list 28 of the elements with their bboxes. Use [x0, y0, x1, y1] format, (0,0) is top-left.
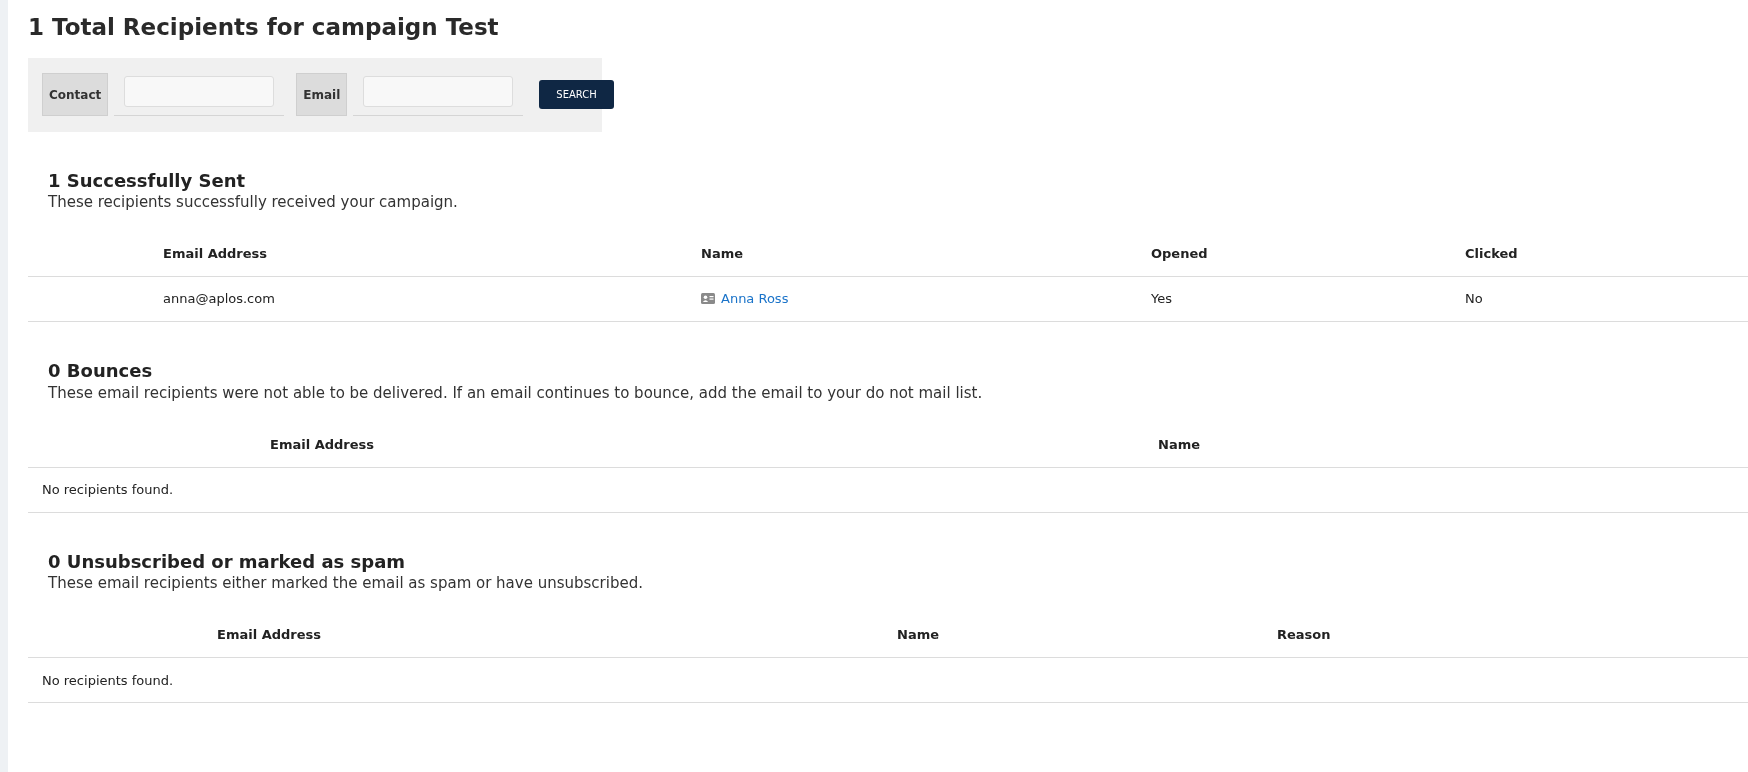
search-button[interactable]: SEARCH [539, 80, 614, 110]
table-cell: No [1465, 291, 1483, 307]
page-title: 1 Total Recipients for campaign Test [28, 14, 500, 42]
section-description: These email recipients either marked the email as spam or have unsubscribed. [48, 573, 644, 595]
section-description: These recipients successfully received your campaign. [48, 192, 459, 214]
column-header: Name [897, 627, 939, 643]
search-field[interactable] [124, 76, 275, 108]
column-header: Opened [1151, 246, 1208, 262]
column-header: Email Address [217, 627, 321, 643]
column-header: Reason [1277, 627, 1331, 643]
section-heading: 0 Bounces [48, 360, 154, 382]
column-header: Name [1158, 436, 1200, 452]
table-cell: Yes [1151, 291, 1172, 307]
column-header: Email Address [163, 246, 267, 262]
section-heading: 1 Successfully Sent [48, 169, 247, 192]
section-heading: 0 Unsubscribed or marked as spam [48, 550, 407, 573]
column-header: Clicked [1465, 246, 1518, 262]
contact-card-icon [701, 293, 715, 305]
column-header: Name [701, 246, 743, 262]
contact-link[interactable]: Anna Ross [721, 291, 789, 307]
empty-message: No recipients found. [42, 672, 174, 688]
section-description: These email recipients were not able to be delivered. If an email continues to bounce, add the email to your do not mail list. [48, 382, 984, 404]
field-label: Contact [42, 73, 109, 117]
table-cell: anna@aplos.com [163, 291, 275, 307]
empty-message: No recipients found. [42, 482, 174, 498]
column-header: Email Address [270, 436, 374, 452]
search-field[interactable] [363, 76, 514, 108]
field-label: Email [296, 73, 348, 117]
